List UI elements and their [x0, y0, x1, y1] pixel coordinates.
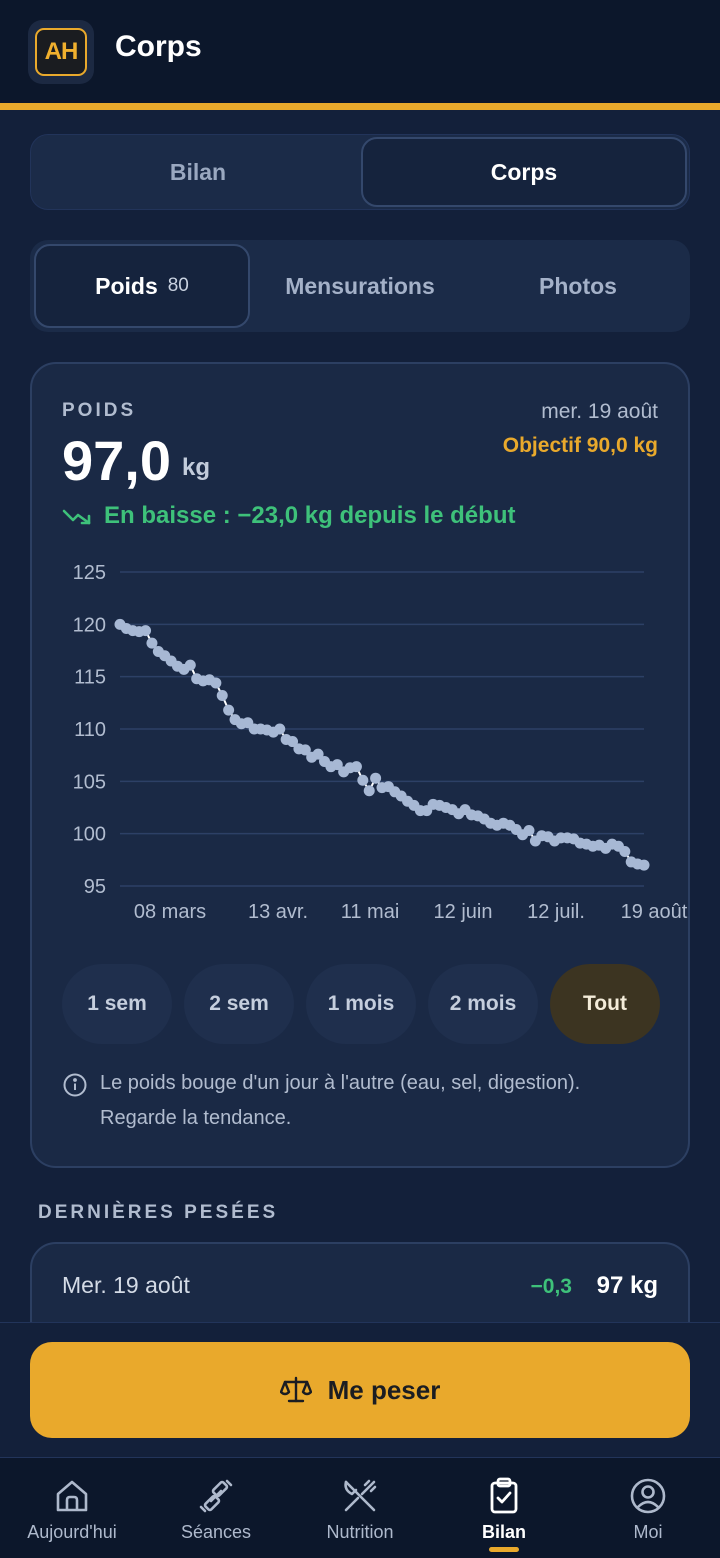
weight-point: [223, 704, 235, 716]
nav-active-indicator: [489, 1547, 519, 1552]
nav-nutrition-label: Nutrition: [326, 1522, 394, 1542]
y-tick-label: 125: [73, 562, 106, 584]
y-tick-label: 115: [74, 667, 106, 689]
weight-point: [350, 761, 362, 773]
x-tick-label: 08 mars: [134, 901, 206, 923]
weight-date: mer. 19 août: [541, 400, 658, 423]
tab-poids-count: 80: [167, 275, 189, 296]
weight-label: POIDS: [62, 400, 137, 421]
top-tab-bar: Bilan Corps: [30, 134, 690, 210]
tab-bilan[interactable]: Bilan: [35, 137, 361, 207]
nav-bilan-label: Bilan: [481, 1522, 526, 1542]
bottom-nav: Aujourd'hui Séances Nutrition Bilan Moi: [0, 1457, 720, 1558]
weight-point: [216, 690, 228, 702]
range-all[interactable]: Tout: [550, 964, 660, 1044]
app-header: AH Corps: [0, 0, 720, 104]
y-tick-label: 95: [84, 876, 106, 898]
weight-point: [210, 677, 222, 689]
scale-icon: [279, 1376, 312, 1403]
app-logo[interactable]: AH: [28, 20, 94, 84]
info-text: Le poids bouge d'un jour à l'autre (eau,…: [100, 1072, 581, 1129]
x-tick-label: 12 juin: [434, 901, 493, 923]
tab-poids[interactable]: Poids 80: [34, 244, 250, 328]
weighin-date: Mer. 19 août: [62, 1272, 190, 1298]
tab-mensurations[interactable]: Mensurations: [252, 244, 468, 328]
utensils-icon: [344, 1479, 377, 1512]
nav-today-label: Aujourd'hui: [27, 1522, 117, 1542]
x-tick-label: 19 août: [621, 901, 688, 923]
info-note: Le poids bouge d'un jour à l'autre (eau,…: [62, 1066, 662, 1136]
weight-card: POIDS 97,0 kg mer. 19 août Objectif 90,0…: [30, 362, 690, 1168]
weight-unit: kg: [182, 454, 211, 481]
nav-nutrition[interactable]: Nutrition: [288, 1458, 432, 1558]
page-title: Corps: [115, 30, 202, 63]
user-circle-icon: [630, 1478, 666, 1514]
weight-line: [119, 623, 645, 867]
latest-weighins-title: DERNIÈRES PESÉES: [38, 1202, 279, 1223]
weighin-value: 97 kg: [596, 1272, 658, 1299]
weighin-delta: −0,3: [530, 1275, 572, 1298]
nav-today[interactable]: Aujourd'hui: [0, 1458, 144, 1558]
y-tick-label: 120: [73, 614, 106, 636]
clipboard-check-icon: [490, 1477, 518, 1514]
weight-chart: 125 120 115 110 105 100 95 08 mars 13 avr. 11 mai…: [32, 544, 692, 924]
weigh-in-label: Me peser: [327, 1374, 441, 1405]
trend-text: En baisse : −23,0 kg depuis le début: [104, 502, 516, 529]
info-icon: [63, 1073, 87, 1097]
weight-chart-svg: 125 120 115 110 105 100 95 08 mars 13 avr. 11 mai…: [73, 562, 688, 923]
range-1-month[interactable]: 1 mois: [306, 964, 416, 1044]
y-tick-label: 105: [73, 771, 106, 793]
weight-point: [370, 772, 382, 784]
dumbbell-icon: [199, 1479, 233, 1513]
weight-point: [184, 659, 196, 671]
x-tick-label: 13 avr.: [248, 901, 308, 923]
trend-status: En baisse : −23,0 kg depuis le début: [62, 502, 515, 530]
range-1-week[interactable]: 1 sem: [62, 964, 172, 1044]
range-2-weeks[interactable]: 2 sem: [184, 964, 294, 1044]
y-tick-label: 100: [73, 824, 106, 846]
weight-value: 97,0: [62, 429, 171, 492]
range-selector: 1 sem 2 sem 1 mois 2 mois Tout: [62, 964, 662, 1044]
nav-me[interactable]: Moi: [576, 1458, 720, 1558]
home-icon: [56, 1480, 88, 1512]
weight-point: [140, 625, 152, 637]
weight-goal: Objectif 90,0 kg: [502, 434, 658, 457]
trend-down-icon: [62, 509, 91, 525]
range-2-months[interactable]: 2 mois: [428, 964, 538, 1044]
weight-point: [363, 785, 375, 797]
nav-bilan[interactable]: Bilan: [432, 1458, 576, 1558]
weight-point: [274, 723, 286, 735]
tab-corps[interactable]: Corps: [361, 137, 687, 207]
y-tick-label: 110: [74, 719, 106, 741]
weight-point: [638, 859, 650, 871]
header-accent-line: [0, 103, 720, 110]
nav-me-label: Moi: [633, 1522, 663, 1542]
app-logo-text: AH: [35, 28, 87, 76]
nav-sessions[interactable]: Séances: [144, 1458, 288, 1558]
tab-poids-label: Poids: [95, 272, 158, 299]
x-tick-label: 11 mai: [341, 901, 400, 923]
weight-point: [357, 774, 369, 786]
tab-photos[interactable]: Photos: [470, 244, 686, 328]
sub-tab-bar: Poids 80 Mensurations Photos: [30, 240, 690, 332]
weigh-in-button[interactable]: Me peser: [30, 1342, 690, 1438]
nav-sessions-label: Séances: [180, 1522, 252, 1542]
weight-point: [619, 845, 631, 857]
weight-point: [523, 825, 535, 837]
x-tick-label: 12 juil.: [527, 901, 585, 923]
